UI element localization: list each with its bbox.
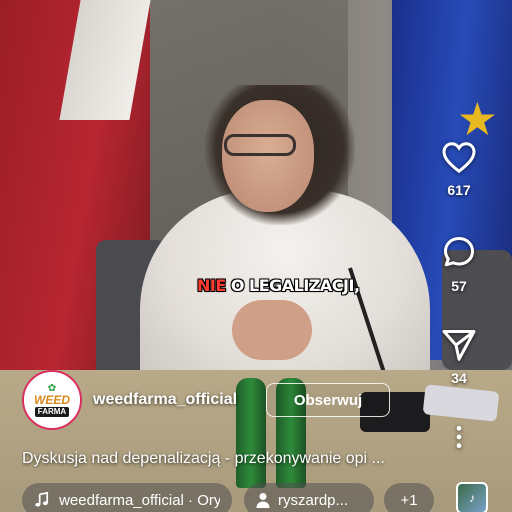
music-note-icon [35,492,49,507]
audio-pill[interactable]: weedfarma_official · Oryg [22,483,232,512]
collaborator-pill[interactable]: ryszardp... [244,483,374,512]
comment-button[interactable]: 57 [424,234,494,294]
more-collaborators-pill[interactable]: +1 [384,483,434,512]
reel-viewer[interactable]: ★ NIE O LEGALIZACJI, 617 57 34 ✿ WEED FA… [0,0,512,512]
audio-thumb-icon: ♪ [469,491,475,505]
share-button[interactable]: 34 [424,328,494,386]
send-icon [442,330,476,361]
person-icon [256,493,270,508]
like-button[interactable]: 617 [424,140,494,198]
post-description[interactable]: Dyskusja nad depenalizacją - przekonywan… [22,450,442,468]
heart-icon [442,142,476,174]
audio-label: weedfarma_official · Oryg [59,491,220,509]
water-bottle [236,378,266,488]
caption-text: O LEGALIZACJI, [225,276,360,295]
more-collaborators-count: +1 [400,491,418,509]
like-count: 617 [447,182,471,198]
more-vertical-icon [456,425,462,449]
account-username[interactable]: weedfarma_official [93,391,237,409]
audio-thumbnail[interactable]: ♪ [456,482,488,512]
collaborator-label: ryszardp... [278,491,349,509]
account-avatar[interactable]: ✿ WEED FARMA [24,372,80,428]
follow-button[interactable]: Obserwuj [266,383,390,417]
caption-highlight: NIE [197,276,226,295]
logo-text-bottom: FARMA [34,406,70,417]
video-caption: NIE O LEGALIZACJI, [197,276,360,295]
comment-bubble-icon [444,237,474,267]
comment-count: 57 [451,278,467,294]
logo-text-top: WEED [34,392,70,407]
leaf-icon: ✿ [47,382,57,394]
share-count: 34 [451,370,467,386]
more-options-button[interactable] [424,424,494,450]
